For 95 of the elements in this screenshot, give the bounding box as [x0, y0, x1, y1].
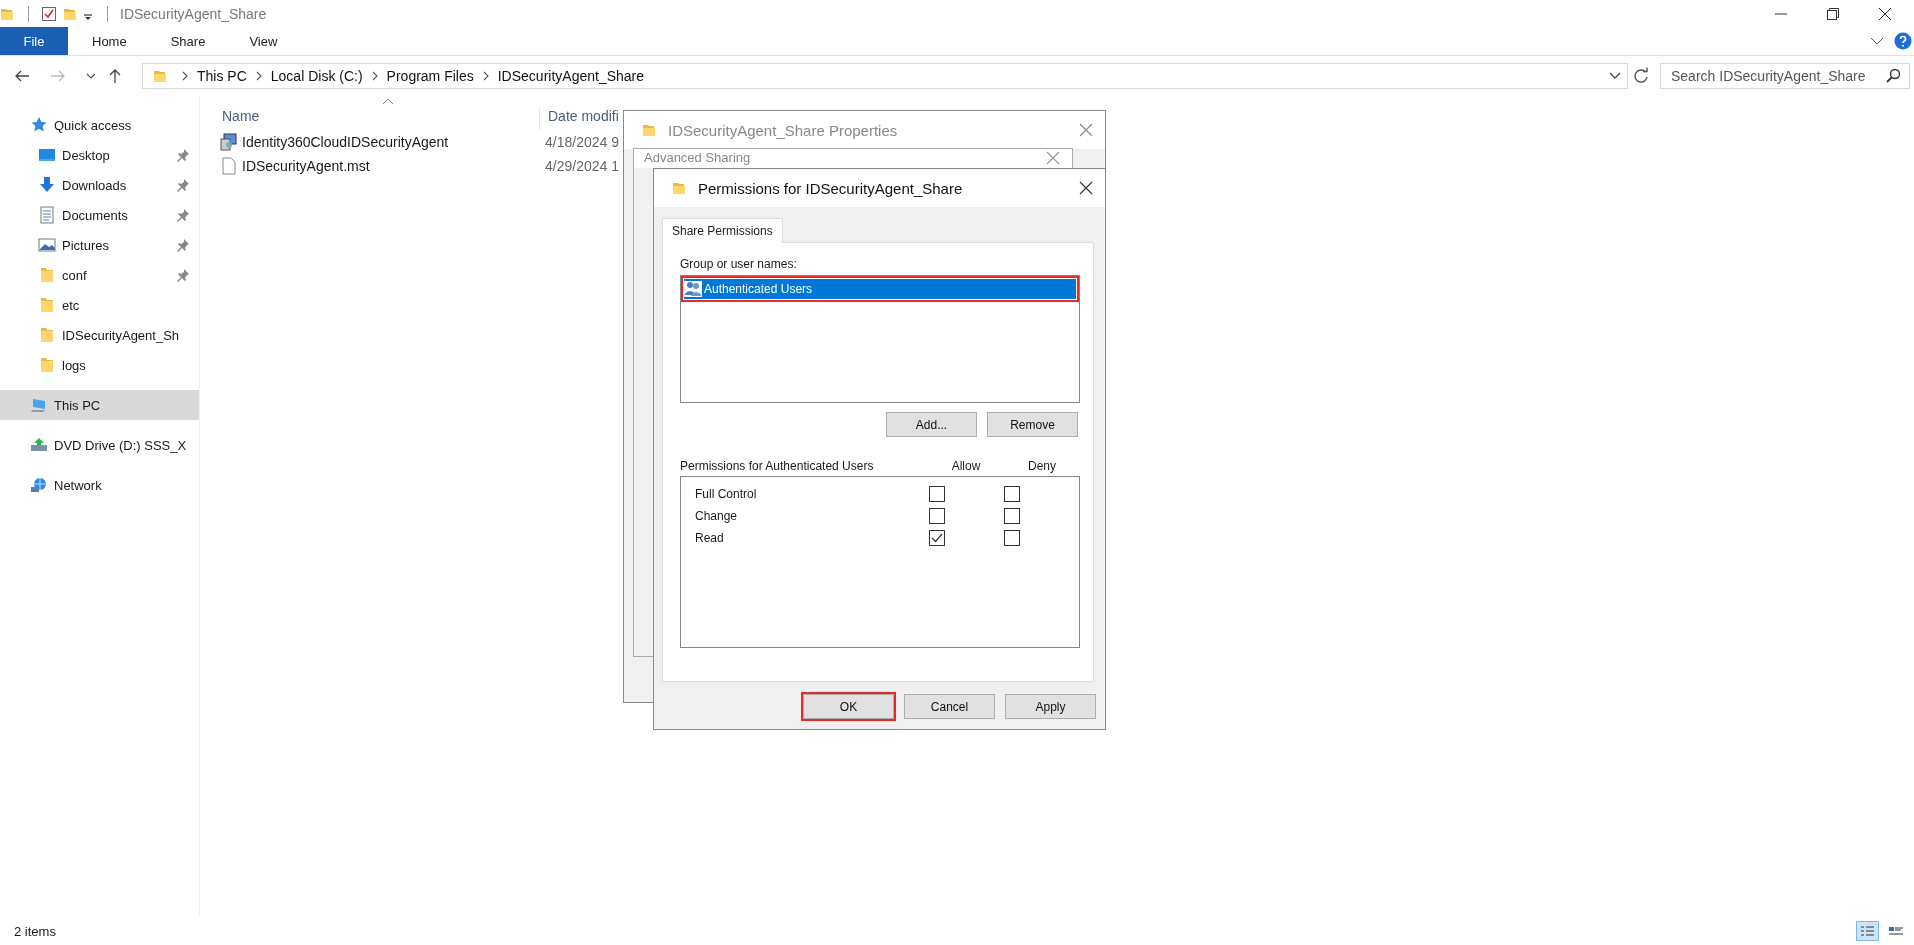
close-icon[interactable]: [1878, 6, 1892, 21]
dialog-button[interactable]: Remove: [987, 412, 1078, 437]
document-icon: [38, 206, 56, 224]
sidebar-item[interactable]: conf: [0, 260, 199, 290]
pin-icon[interactable]: [176, 178, 190, 192]
checkbox[interactable]: [1004, 530, 1020, 546]
sidebar-item[interactable]: Documents: [0, 200, 199, 230]
help-icon[interactable]: [1894, 32, 1912, 50]
window-title: IDSecurityAgent_Share: [120, 5, 267, 22]
dialog-button[interactable]: Add...: [886, 412, 977, 437]
installer-icon: [220, 133, 238, 151]
chevron-icon[interactable]: [86, 72, 96, 80]
permission-name: Read: [694, 531, 725, 545]
refresh-icon[interactable]: [1632, 67, 1650, 85]
user-item[interactable]: Authenticated Users: [681, 276, 1079, 302]
column-header: Deny: [1027, 459, 1057, 473]
checkbox[interactable]: [929, 486, 945, 502]
checkbox[interactable]: [929, 508, 945, 524]
folder-icon: [38, 326, 56, 344]
down-arrow-icon: [38, 176, 56, 194]
checkbox[interactable]: [929, 530, 945, 546]
sort-caret-icon: [382, 98, 394, 105]
dialog-title: IDSecurityAgent_Share Properties: [668, 121, 898, 139]
ribbon-tab[interactable]: Share: [148, 27, 228, 55]
folder-icon: [38, 356, 56, 374]
group-label: Group or user names:: [680, 257, 798, 271]
checkbox[interactable]: [1004, 508, 1020, 524]
pin-icon[interactable]: [176, 208, 190, 222]
search-field[interactable]: Search IDSecurityAgent_Share: [1660, 63, 1910, 89]
permission-name: Change: [694, 509, 739, 523]
picture-icon: [38, 236, 56, 254]
chevron-icon[interactable]: [181, 71, 189, 81]
file-icon: [220, 157, 238, 175]
star-icon: [30, 116, 48, 134]
up-arrow-icon[interactable]: [108, 68, 122, 84]
sidebar-item[interactable]: logs: [0, 350, 199, 380]
chevron-icon[interactable]: [370, 71, 379, 81]
sidebar-item[interactable]: Quick access: [0, 110, 199, 140]
restore-icon[interactable]: [1826, 6, 1840, 21]
breadcrumb[interactable]: Local Disk (C:): [270, 68, 363, 84]
pin-icon[interactable]: [176, 148, 190, 162]
ribbon-tab[interactable]: View: [227, 27, 300, 55]
details-view-icon[interactable]: [1856, 921, 1879, 941]
computer-icon: [30, 396, 48, 414]
sidebar-item[interactable]: This PC: [0, 390, 199, 420]
chevron-icon[interactable]: [254, 71, 263, 81]
folder-icon: [642, 122, 656, 138]
file-name: IDSecurityAgent.mst: [242, 158, 370, 174]
sidebar-item[interactable]: Pictures: [0, 230, 199, 260]
sidebar-item[interactable]: Network: [0, 470, 199, 500]
date-text: 4/29/2024 1: [545, 158, 619, 174]
pin-icon[interactable]: [176, 238, 190, 252]
ribbon-tab[interactable]: Home: [70, 27, 149, 55]
disc-drive-icon: [30, 436, 48, 454]
tab[interactable]: Share Permissions: [662, 218, 783, 243]
sidebar-item[interactable]: Desktop: [0, 140, 199, 170]
folder-icon: [38, 296, 56, 314]
back-arrow-icon[interactable]: [14, 69, 30, 83]
sidebar-item[interactable]: Downloads: [0, 170, 199, 200]
checkmark-icon[interactable]: [41, 5, 57, 22]
column-header: Allow: [950, 459, 982, 473]
chevron-icon[interactable]: [1609, 72, 1621, 80]
user-list[interactable]: Authenticated Users: [680, 275, 1080, 403]
dialog-button[interactable]: Cancel: [904, 694, 995, 719]
checkbox[interactable]: [1004, 486, 1020, 502]
search-icon[interactable]: [1885, 68, 1901, 84]
dialog-title: Permissions for IDSecurityAgent_Share: [698, 179, 963, 197]
globe-icon: [30, 476, 48, 494]
sidebar-item[interactable]: DVD Drive (D:) SSS_X: [0, 430, 199, 460]
date-text: 4/18/2024 9: [545, 134, 619, 150]
users-icon: [684, 281, 702, 297]
dialog-title: Advanced Sharing: [644, 150, 751, 166]
folder-icon: [153, 68, 167, 84]
breadcrumb[interactable]: This PC: [197, 68, 247, 84]
column-header[interactable]: Name: [220, 108, 540, 130]
breadcrumb[interactable]: Program Files: [386, 68, 474, 84]
file-name: Identity360CloudIDSecurityAgent: [242, 134, 449, 150]
monitor-icon: [38, 146, 56, 164]
folder-icon: [672, 180, 686, 196]
sidebar-item[interactable]: etc: [0, 290, 199, 320]
item-count: 2 items: [14, 923, 56, 939]
dialog-button[interactable]: OK: [803, 694, 894, 719]
permission-name: Full Control: [694, 487, 758, 501]
breadcrumb[interactable]: IDSecurityAgent_Share: [497, 68, 645, 84]
chevron-icon[interactable]: [1870, 36, 1884, 46]
sidebar-item[interactable]: IDSecurityAgent_Sh: [0, 320, 199, 350]
chevron-icon[interactable]: [481, 71, 490, 81]
close-icon[interactable]: [1079, 181, 1093, 195]
file-menu[interactable]: File: [0, 27, 68, 55]
column-header[interactable]: Date modifi: [540, 108, 619, 130]
address-bar[interactable]: This PC Local Disk (C:) Program Files IDSecurityAgent_Share: [142, 63, 1628, 89]
pin-icon[interactable]: [176, 268, 190, 282]
permissions-label: Permissions for Authenticated Users: [680, 459, 875, 473]
folder-icon: [38, 266, 56, 284]
dialog-button[interactable]: Apply: [1005, 694, 1096, 719]
